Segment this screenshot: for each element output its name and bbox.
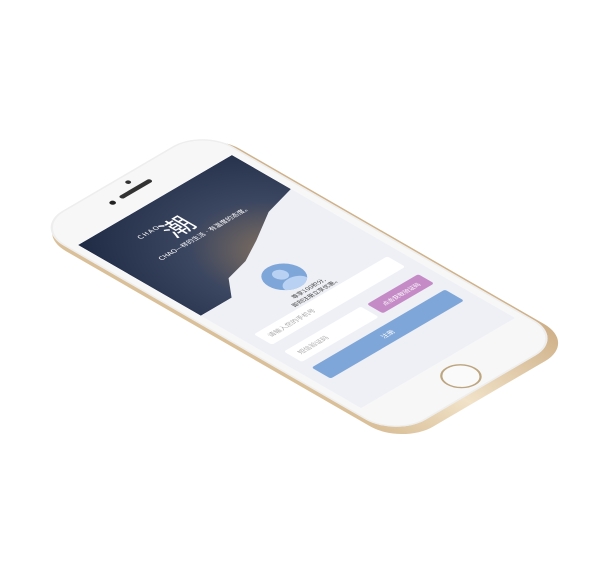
promo-line-2: 即刻注册立享优惠。 <box>290 277 343 309</box>
promo-text: 尊享100积分, 即刻注册立享优惠。 <box>229 242 398 341</box>
